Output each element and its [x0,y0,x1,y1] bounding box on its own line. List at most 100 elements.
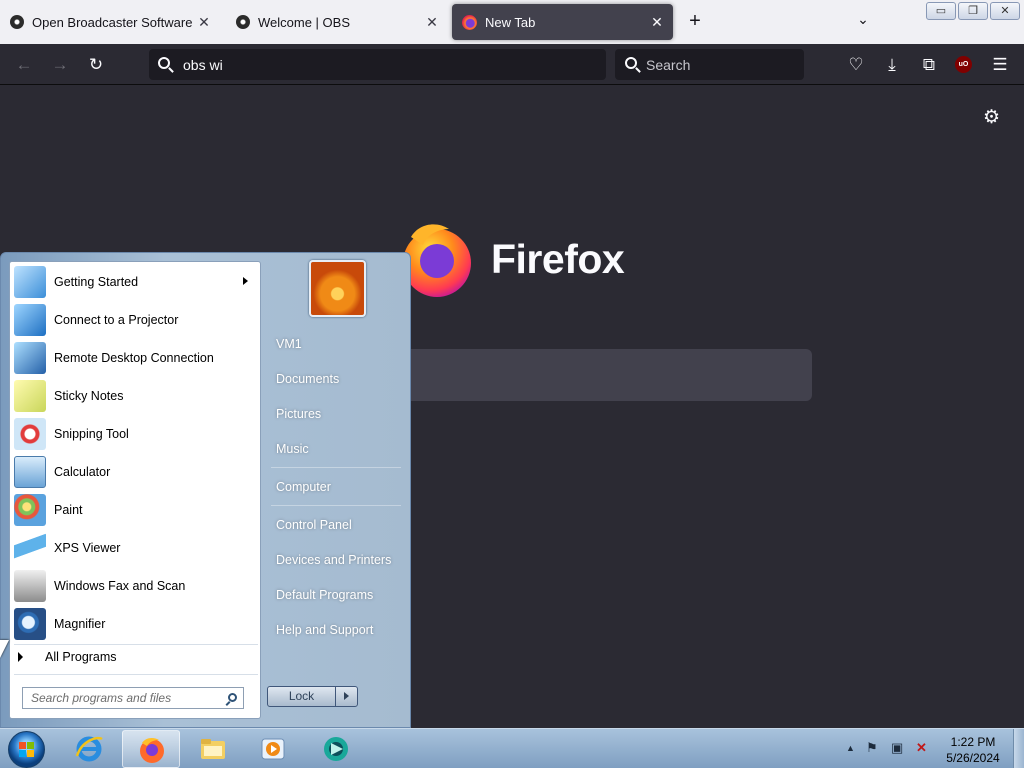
search-icon [625,57,637,69]
start-link-music[interactable]: Music [276,442,309,456]
shutdown-options-arrow-icon[interactable] [336,687,357,706]
start-link-control-panel[interactable]: Control Panel [276,518,352,532]
show-desktop-button[interactable] [1013,729,1024,768]
navigation-toolbar: ← → ↻ obs wi Search ♡ ⤓ ⧉ uO ☰ [0,44,1024,85]
start-link-devices-printers[interactable]: Devices and Printers [276,553,391,567]
program-getting-started[interactable]: Getting Started [14,264,258,300]
obs-favicon-icon [10,15,24,29]
program-xps-viewer[interactable]: XPS Viewer [14,530,258,566]
program-calculator[interactable]: Calculator [14,454,258,490]
extensions-icon[interactable]: ⧉ [917,53,941,77]
forward-button[interactable]: → [48,53,72,77]
search-programs-placeholder: Search programs and files [31,691,172,705]
program-label: Snipping Tool [54,427,129,441]
window-controls: ▭ ❐ ✕ [926,2,1020,20]
lock-label: Lock [268,687,336,706]
snipping-tool-icon [14,418,46,450]
program-label: Getting Started [54,275,139,289]
downloads-icon[interactable]: ⤓ [880,53,904,77]
program-connect-projector[interactable]: Connect to a Projector [14,302,258,338]
close-window-button[interactable]: ✕ [990,2,1020,20]
taskbar-firefox[interactable] [122,730,180,768]
tab-bar: Open Broadcaster Software | OBS ✕ Welcom… [0,0,1024,44]
fax-scan-icon [14,570,46,602]
program-fax-scan[interactable]: Windows Fax and Scan [14,568,258,604]
settings-gear-icon[interactable]: ⚙ [983,106,1000,129]
taskbar-windows-explorer[interactable] [184,730,242,768]
address-bar[interactable]: obs wi [149,49,606,80]
divider [14,674,258,675]
program-magnifier[interactable]: Magnifier [14,606,258,642]
obs-favicon-icon [236,15,250,29]
start-link-user[interactable]: VM1 [276,337,302,351]
clock-date: 5/26/2024 [946,751,1000,765]
tab-title: New Tab [485,14,536,30]
program-label: Calculator [54,465,111,479]
start-link-pictures[interactable]: Pictures [276,407,321,421]
taskbar-media-player[interactable] [244,730,302,768]
start-button[interactable] [8,731,45,768]
start-menu: Getting Started Connect to a Projector R… [0,252,411,728]
close-icon[interactable]: ✕ [424,14,440,31]
tab-new-tab[interactable]: New Tab ✕ [452,4,673,40]
show-hidden-icons-button[interactable]: ▲ [846,743,855,753]
new-tab-button[interactable]: + [684,10,706,32]
program-label: Remote Desktop Connection [54,351,214,365]
firefox-icon [140,738,164,763]
back-button[interactable]: ← [12,53,36,77]
tab-title: Open Broadcaster Software | OBS [32,14,196,30]
search-icon [228,693,237,702]
address-bar-value: obs wi [183,56,223,73]
search-programs-input[interactable]: Search programs and files [22,687,244,709]
taskbar-internet-explorer[interactable] [60,730,118,768]
pocket-icon[interactable]: ♡ [844,53,868,77]
search-icon [158,57,170,69]
clock-time: 1:22 PM [950,735,996,749]
close-icon[interactable]: ✕ [196,14,212,31]
hamburger-menu-icon[interactable]: ☰ [988,53,1012,77]
close-icon[interactable]: ✕ [649,14,665,31]
ublock-origin-icon[interactable]: uO [955,56,972,73]
program-remote-desktop[interactable]: Remote Desktop Connection [14,340,258,376]
start-link-documents[interactable]: Documents [276,372,339,386]
start-link-help-support[interactable]: Help and Support [276,623,373,637]
taskbar: ▲ ⚑ ▣ ✕ 1:22 PM 5/26/2024 [0,728,1024,768]
all-programs-button[interactable]: All Programs [18,650,117,664]
program-label: Windows Fax and Scan [54,579,186,593]
search-placeholder: Search [646,56,691,73]
network-icon[interactable]: ▣ [891,740,903,756]
start-link-default-programs[interactable]: Default Programs [276,588,373,602]
volume-muted-icon[interactable]: ✕ [916,740,927,756]
system-clock[interactable]: 1:22 PM 5/26/2024 [940,734,1006,766]
start-link-computer[interactable]: Computer [276,480,331,494]
submenu-arrow-icon [243,277,248,285]
user-picture-avatar[interactable] [309,260,366,317]
tab-obs-software[interactable]: Open Broadcaster Software | OBS ✕ [0,4,220,40]
newtab-search-box[interactable]: ss [380,349,812,401]
tab-welcome-obs[interactable]: Welcome | OBS ✕ [226,4,448,40]
lock-button[interactable]: Lock [267,686,358,707]
restore-button[interactable]: ❐ [958,2,988,20]
list-all-tabs-button[interactable]: ⌄ [853,11,873,31]
program-label: XPS Viewer [54,541,121,555]
program-sticky-notes[interactable]: Sticky Notes [14,378,258,414]
divider [271,467,401,468]
search-input[interactable]: Search [615,49,804,80]
minimize-button[interactable]: ▭ [926,2,956,20]
program-label: Magnifier [54,617,106,631]
projector-icon [14,304,46,336]
calculator-icon [14,456,46,488]
firefox-wordmark: Firefox [491,236,625,282]
program-paint[interactable]: Paint [14,492,258,528]
mouse-cursor-icon [0,640,9,658]
folder-icon [201,739,225,759]
programs-pane: Getting Started Connect to a Projector R… [9,261,261,719]
program-snipping-tool[interactable]: Snipping Tool [14,416,258,452]
getting-started-icon [14,266,46,298]
program-label: Connect to a Projector [54,313,179,327]
media-player-icon [261,738,285,760]
reload-button[interactable]: ↻ [84,53,108,77]
action-center-flag-icon[interactable]: ⚑ [866,740,878,756]
taskbar-app-teal[interactable] [307,730,365,768]
program-label: Sticky Notes [54,389,124,403]
